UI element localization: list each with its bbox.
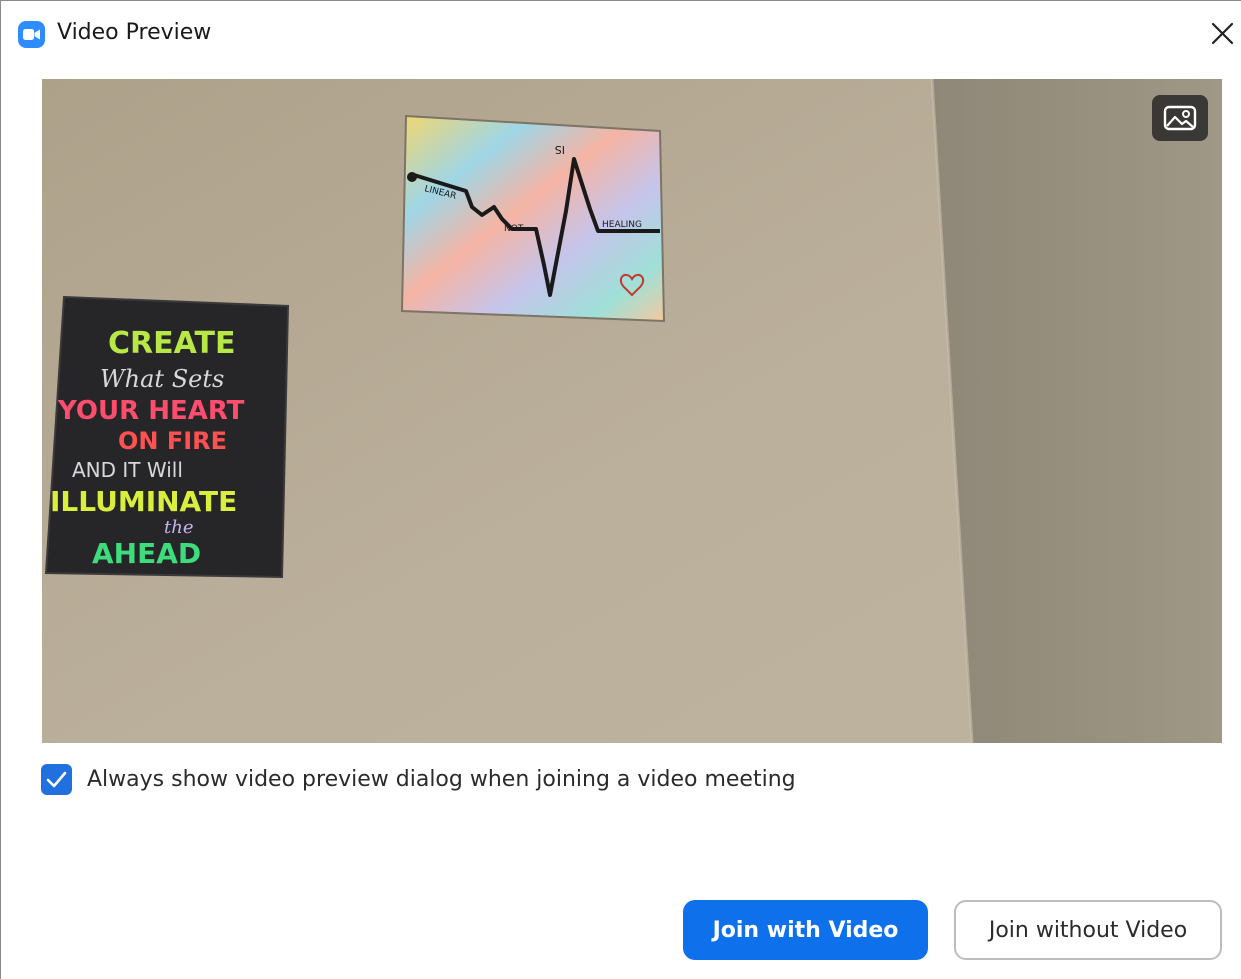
video-preview-dialog: Video Preview IS LINEAR NOT HEALING CREA… xyxy=(0,0,1241,979)
always-show-preview-label[interactable]: Always show video preview dialog when jo… xyxy=(87,767,796,792)
poster-left: CREATE What Sets YOUR HEART ON FIRE AND … xyxy=(44,295,290,579)
svg-text:YOUR HEART: YOUR HEART xyxy=(57,396,245,426)
checkmark-icon xyxy=(46,771,67,787)
always-show-preview-option[interactable]: Always show video preview dialog when jo… xyxy=(41,763,796,795)
svg-text:AHEAD: AHEAD xyxy=(92,537,201,570)
painting-right: IS LINEAR NOT HEALING xyxy=(400,114,666,323)
image-icon[interactable] xyxy=(1163,104,1197,132)
camera-feed: IS LINEAR NOT HEALING CREATE What Sets Y… xyxy=(42,79,1222,743)
svg-text:AND IT Will: AND IT Will xyxy=(72,458,183,482)
svg-text:NOT: NOT xyxy=(504,224,524,234)
svg-text:ILLUMINATE: ILLUMINATE xyxy=(50,485,237,518)
svg-text:IS: IS xyxy=(555,143,565,156)
dialog-title: Video Preview xyxy=(57,20,212,45)
title-bar: Video Preview xyxy=(1,1,1241,65)
video-preview: IS LINEAR NOT HEALING CREATE What Sets Y… xyxy=(42,79,1222,743)
join-without-video-button[interactable]: Join without Video xyxy=(954,900,1222,960)
svg-text:CREATE: CREATE xyxy=(108,326,235,361)
join-with-video-button[interactable]: Join with Video xyxy=(683,900,928,960)
close-icon[interactable] xyxy=(1207,19,1237,49)
close-button[interactable] xyxy=(1207,19,1237,49)
svg-text:HEALING: HEALING xyxy=(602,220,642,230)
always-show-preview-checkbox[interactable] xyxy=(41,763,72,795)
svg-text:the: the xyxy=(164,517,193,538)
svg-text:What Sets: What Sets xyxy=(100,365,224,393)
virtual-background-button[interactable] xyxy=(1152,95,1208,141)
svg-text:ON FIRE: ON FIRE xyxy=(118,427,227,455)
zoom-camera-icon xyxy=(18,21,45,48)
